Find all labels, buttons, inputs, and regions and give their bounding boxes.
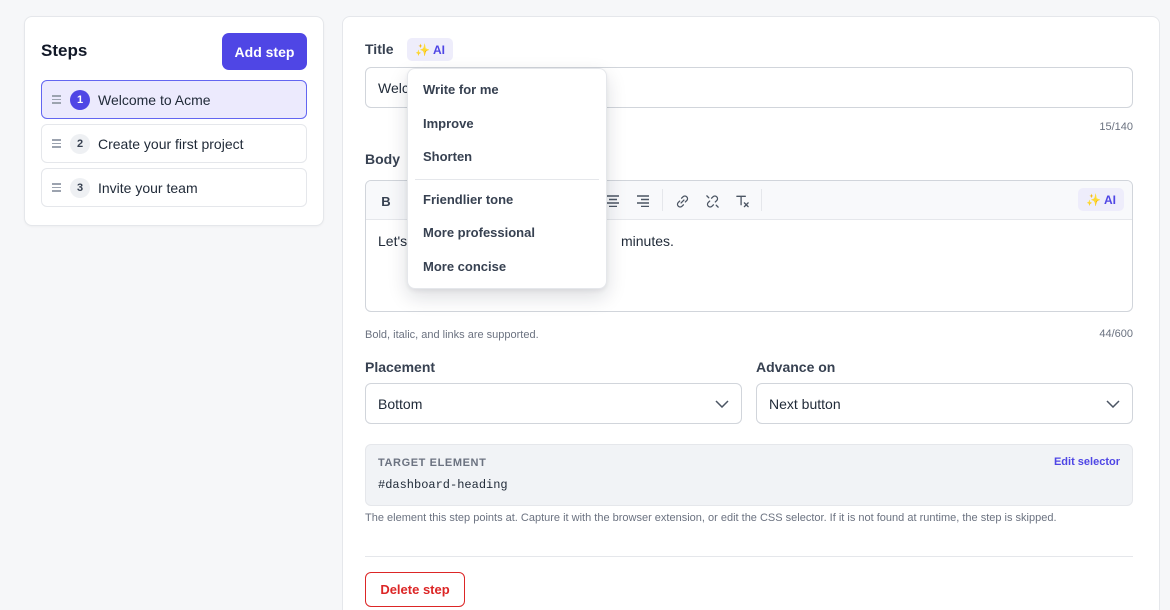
target-hint: The element this step points at. Capture… — [365, 512, 1057, 524]
body-label: Body — [365, 151, 400, 167]
ai-chip-label: AI — [1104, 192, 1116, 207]
menu-divider — [415, 179, 599, 180]
title-ai-button[interactable]: ✨ AI — [407, 38, 453, 61]
divider — [365, 556, 1133, 557]
advance-label: Advance on — [756, 359, 836, 375]
ai-chip-label: AI — [432, 42, 445, 57]
clear-format-icon[interactable] — [730, 189, 754, 213]
chevron-down-icon — [1106, 399, 1120, 408]
sparkle-icon: ✨ — [415, 42, 430, 57]
step-item-1[interactable]: 1 Welcome to Acme — [41, 80, 307, 119]
chevron-down-icon — [715, 399, 729, 408]
toolbar-divider — [761, 189, 762, 211]
body-hint: Bold, italic, and links are supported. — [365, 329, 539, 341]
bold-icon[interactable]: B — [374, 189, 398, 213]
title-counter: 15/140 — [1099, 121, 1133, 133]
align-right-icon[interactable] — [631, 189, 655, 213]
placement-label: Placement — [365, 359, 436, 375]
advance-value: Next button — [769, 395, 841, 412]
unlink-icon[interactable] — [700, 189, 724, 213]
step-label: Create your first project — [98, 135, 244, 152]
steps-title: Steps — [41, 41, 88, 60]
body-counter: 44/600 — [1099, 328, 1133, 340]
step-number: 3 — [70, 177, 90, 198]
link-icon[interactable] — [670, 189, 694, 213]
drag-handle-icon[interactable] — [52, 139, 62, 148]
step-item-3[interactable]: 3 Invite your team — [41, 168, 307, 207]
step-label: Welcome to Acme — [98, 91, 211, 108]
steps-panel: Steps Add step 1 Welcome to Acme 2 Creat… — [24, 16, 324, 226]
ai-menu: Write for me Improve Shorten Friendlier … — [407, 68, 607, 289]
edit-selector-link[interactable]: Edit selector — [1054, 456, 1120, 468]
placement-value: Bottom — [378, 395, 423, 412]
title-label: Title — [365, 41, 394, 57]
body-text-end: minutes. — [621, 233, 674, 249]
menu-item-more-professional[interactable]: More professional — [423, 225, 535, 240]
body-ai-button[interactable]: ✨ AI — [1078, 188, 1124, 211]
target-element-box: TARGET ELEMENT Edit selector #dashboard-… — [365, 444, 1133, 506]
menu-item-more-concise[interactable]: More concise — [423, 259, 506, 274]
placement-select[interactable]: Bottom — [365, 383, 742, 424]
step-number: 1 — [70, 89, 90, 110]
toolbar-divider — [662, 189, 663, 211]
menu-item-friendlier-tone[interactable]: Friendlier tone — [423, 192, 513, 207]
drag-handle-icon[interactable] — [52, 183, 62, 192]
add-step-button[interactable]: Add step — [222, 33, 307, 70]
menu-item-improve[interactable]: Improve — [423, 116, 474, 131]
advance-select[interactable]: Next button — [756, 383, 1133, 424]
target-selector: #dashboard-heading — [378, 478, 508, 492]
delete-step-button[interactable]: Delete step — [365, 572, 465, 607]
step-label: Invite your team — [98, 179, 198, 196]
menu-item-write-for-me[interactable]: Write for me — [423, 82, 499, 97]
step-item-2[interactable]: 2 Create your first project — [41, 124, 307, 163]
step-number: 2 — [70, 133, 90, 154]
body-text-start: Let's — [378, 233, 408, 249]
drag-handle-icon[interactable] — [52, 95, 62, 104]
target-element-label: TARGET ELEMENT — [378, 457, 487, 469]
menu-item-shorten[interactable]: Shorten — [423, 149, 472, 164]
sparkle-icon: ✨ — [1086, 192, 1101, 207]
